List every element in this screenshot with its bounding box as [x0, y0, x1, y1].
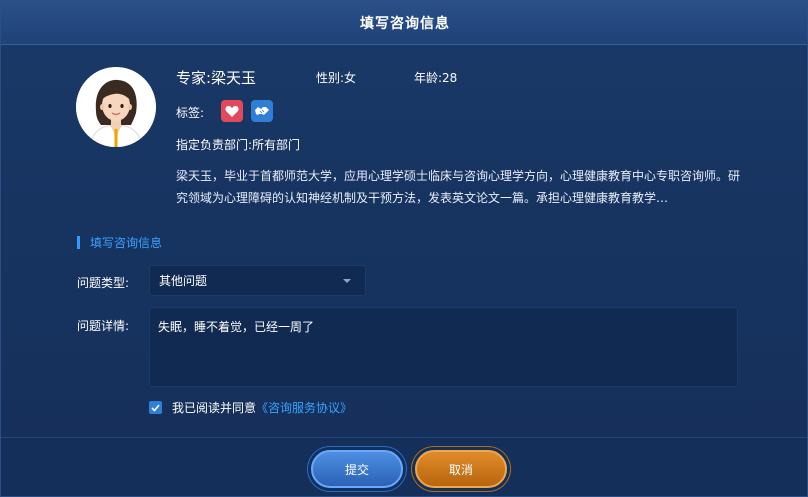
agree-checkbox[interactable]: [149, 401, 162, 414]
agree-text: 我已阅读并同意: [172, 401, 257, 415]
agreement-row: 我已阅读并同意 《咨询服务协议》: [149, 399, 352, 416]
section-title-text: 填写咨询信息: [90, 235, 163, 250]
cancel-button[interactable]: 取消: [415, 450, 507, 488]
problem-type-select[interactable]: 其他问题: [149, 265, 366, 296]
consultation-dialog: 填写咨询信息 专家:梁天玉 性别:女 年龄:28 标签: 指定负责部门:所有部门…: [0, 0, 808, 497]
dialog-title: 填写咨询信息: [360, 15, 450, 32]
chevron-down-icon: [343, 279, 351, 283]
heart-icon: [221, 100, 243, 122]
tags-label: 标签:: [176, 106, 205, 120]
submit-button[interactable]: 提交: [311, 450, 403, 488]
handshake-icon: [251, 100, 273, 122]
problem-detail-label: 问题详情:: [77, 319, 130, 333]
checkmark-icon: [151, 403, 160, 412]
expert-gender: 性别:女: [316, 71, 357, 85]
section-title: 填写咨询信息: [77, 234, 162, 250]
expert-bio: 梁天玉，毕业于首都师范大学，应用心理学硕士临床与咨询心理学方向，心理健康教育中心…: [176, 169, 741, 205]
service-agreement-link[interactable]: 《咨询服务协议》: [256, 399, 352, 416]
problem-type-value: 其他问题: [159, 274, 208, 288]
expert-name: 专家:梁天玉: [176, 69, 257, 87]
expert-age: 年龄:28: [414, 71, 458, 85]
dialog-titlebar: 填写咨询信息: [1, 1, 807, 45]
expert-avatar: [76, 67, 156, 147]
expert-department: 指定负责部门:所有部门: [176, 138, 301, 152]
section-bar: [77, 235, 80, 249]
problem-type-label: 问题类型:: [77, 276, 130, 290]
dialog-footer: [1, 437, 807, 496]
problem-detail-textarea[interactable]: 失眠，睡不着觉，已经一周了: [149, 307, 738, 387]
